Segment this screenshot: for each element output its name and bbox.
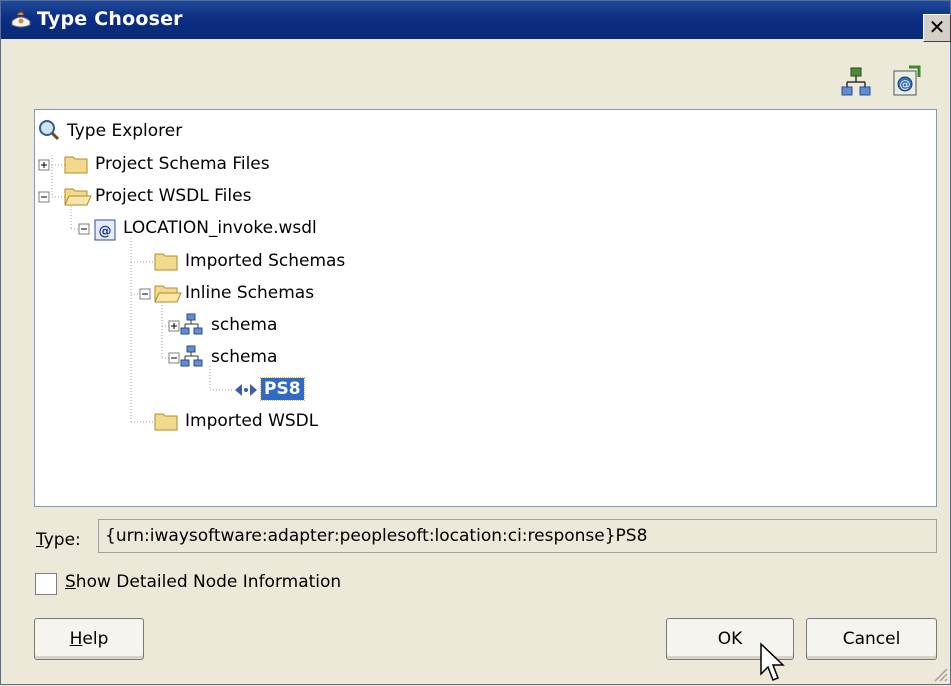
tree-item-ps8[interactable]: PS8 xyxy=(260,377,305,401)
tree-item-inline-schemas[interactable]: Inline Schemas xyxy=(185,282,314,304)
title-bar[interactable]: Type Chooser xyxy=(1,1,950,39)
svg-text:@: @ xyxy=(99,224,112,239)
tree-item-imported-wsdl[interactable]: Imported WSDL xyxy=(185,410,318,432)
expander-schema-2[interactable] xyxy=(168,352,180,364)
cancel-button[interactable]: Cancel xyxy=(806,618,937,660)
help-button[interactable]: Help xyxy=(34,618,144,660)
show-details-text: how Detailed Node Information xyxy=(75,572,342,592)
expander-schema-1[interactable] xyxy=(168,320,180,332)
type-chooser-dialog: Type Chooser ✕ @ @ Type Explorer Project… xyxy=(0,0,951,685)
type-explorer-tree[interactable]: @ Type Explorer Project Schema Files Pro… xyxy=(34,109,937,507)
type-label: Type: xyxy=(36,530,81,550)
tree-item-imported-schemas[interactable]: Imported Schemas xyxy=(185,250,345,272)
tree-item-project-schema-files[interactable]: Project Schema Files xyxy=(95,153,270,175)
tree-item-schema-2[interactable]: schema xyxy=(211,346,277,368)
window-title: Type Chooser xyxy=(37,8,183,30)
tree-item-project-wsdl-files[interactable]: Project WSDL Files xyxy=(95,185,251,207)
import-wsdl-icon[interactable]: @ xyxy=(889,65,923,99)
import-schema-icon[interactable] xyxy=(839,65,873,99)
folder-closed-icon xyxy=(154,413,178,431)
element-icon xyxy=(235,384,257,396)
help-mnemonic: H xyxy=(69,629,83,649)
expander-project-schema[interactable] xyxy=(38,159,50,171)
search-icon xyxy=(39,120,60,141)
folder-closed-icon xyxy=(64,156,88,174)
type-chooser-icon xyxy=(11,11,31,28)
tree-root-label[interactable]: Type Explorer xyxy=(67,120,182,142)
type-field[interactable]: {urn:iwaysoftware:adapter:peoplesoft:loc… xyxy=(98,519,937,553)
schema-icon xyxy=(180,313,203,335)
resize-grip-icon[interactable] xyxy=(931,665,949,683)
show-detailed-node-information-label[interactable]: Show Detailed Node Information xyxy=(65,572,341,592)
schema-icon xyxy=(180,345,203,367)
type-label-mnemonic: T xyxy=(36,530,44,550)
help-text: elp xyxy=(82,629,109,649)
expander-inline-schemas[interactable] xyxy=(139,288,151,300)
folder-open-icon xyxy=(64,188,92,206)
type-label-text: ype: xyxy=(43,530,81,550)
folder-closed-icon xyxy=(154,253,178,271)
expander-location-wsdl[interactable] xyxy=(78,223,90,235)
tree-item-schema-1[interactable]: schema xyxy=(211,314,277,336)
folder-open-icon xyxy=(154,285,182,303)
close-button[interactable]: ✕ xyxy=(923,14,951,42)
show-detailed-node-information-checkbox[interactable] xyxy=(35,573,57,595)
wsdl-file-icon: @ xyxy=(94,219,116,241)
mouse-cursor-icon xyxy=(760,642,785,681)
expander-project-wsdl[interactable] xyxy=(38,191,50,203)
show-details-mnemonic: S xyxy=(65,572,76,592)
svg-text:@: @ xyxy=(900,78,911,91)
close-icon: ✕ xyxy=(928,15,946,39)
tree-item-location-invoke-wsdl[interactable]: LOCATION_invoke.wsdl xyxy=(123,217,317,239)
